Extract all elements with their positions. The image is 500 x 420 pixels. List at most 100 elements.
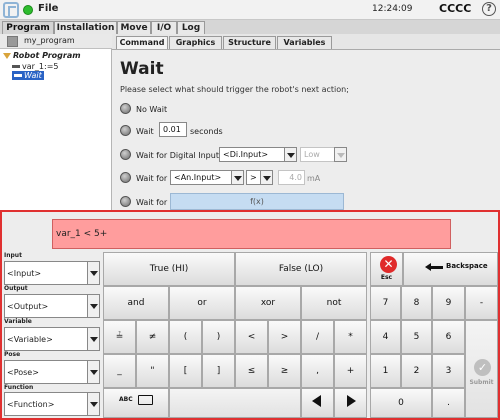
key-label: ( [183,332,188,342]
decimal-point-key[interactable]: . [432,388,465,418]
key-label: . [447,398,450,408]
tab-log[interactable]: Log [177,21,205,34]
tree-node-icon [14,74,22,77]
ur-logo-icon [3,2,19,18]
cursor-right-key[interactable] [334,388,367,418]
divide-key[interactable]: / [301,320,334,354]
tree-root[interactable]: Robot Program [3,51,81,60]
wait-seconds-input[interactable]: 0.01 [159,122,187,137]
tab-variables[interactable]: Variables [277,36,332,49]
key-label: _ [117,366,122,376]
backspace-key[interactable]: Backspace [403,252,498,286]
digit-8-key[interactable]: 8 [401,286,432,320]
cursor-left-key[interactable] [301,388,334,418]
chevron-down-icon[interactable] [87,295,99,317]
true-key[interactable]: True (HI) [103,252,235,286]
clock: 12:24:09 [372,4,413,14]
input-select[interactable]: <Input> [4,261,100,285]
open-paren-key[interactable]: ( [169,320,202,354]
analog-compare-select[interactable]: > [246,170,261,185]
digit-1-key[interactable]: 1 [370,354,401,388]
radio-wait-digital[interactable] [120,149,131,160]
submit-button[interactable]: ✓ Submit [465,320,498,418]
tab-program[interactable]: Program [2,21,54,34]
tree-item[interactable]: var_1:=5 [12,62,59,71]
close-paren-key[interactable]: ) [202,320,235,354]
radio-wait-expression[interactable] [120,196,131,207]
main-tab-bar: Program Installation Move I/O Log [0,20,500,34]
variable-select[interactable]: <Variable> [4,327,100,351]
key-label: 1 [382,366,389,376]
plus-key[interactable]: + [334,354,367,388]
tab-move[interactable]: Move [117,21,151,34]
key-label: - [479,298,484,308]
chevron-down-icon[interactable] [87,262,99,284]
chevron-down-icon[interactable] [87,328,99,350]
digit-5-key[interactable]: 5 [401,320,432,354]
digit-9-key[interactable]: 9 [432,286,465,320]
quote-key[interactable]: " [136,354,169,388]
radio-wait-analog[interactable] [120,172,131,183]
digital-state-dropdown-button [334,147,347,162]
analog-value-input[interactable]: 4.0 [278,170,305,185]
analog-input-dropdown-button[interactable] [231,170,244,185]
esc-key[interactable]: ✕ Esc [370,252,403,286]
key-label: / [315,332,320,342]
multiply-key[interactable]: * [334,320,367,354]
help-icon[interactable]: ? [482,2,496,16]
digit-4-key[interactable]: 4 [370,320,401,354]
radio-no-wait[interactable] [120,103,131,114]
key-label: ≤ [247,366,256,376]
file-menu[interactable]: File [38,3,58,14]
key-label: 0 [398,398,404,408]
underscore-key[interactable]: _ [103,354,136,388]
greater-equal-key[interactable]: ≥ [268,354,301,388]
open-bracket-key[interactable]: [ [169,354,202,388]
digit-7-key[interactable]: 7 [370,286,401,320]
expression-display[interactable]: var_1 < 5+ [52,219,451,249]
digit-6-key[interactable]: 6 [432,320,465,354]
digital-input-dropdown-button[interactable] [284,147,297,162]
tab-graphics[interactable]: Graphics [169,36,222,49]
pose-select[interactable]: <Pose> [4,360,100,384]
digit-0-key[interactable]: 0 [370,388,432,418]
tab-command[interactable]: Command [116,36,168,49]
minus-key[interactable]: - [465,286,498,320]
digit-3-key[interactable]: 3 [432,354,465,388]
equals-key[interactable]: ≟ [103,320,136,354]
chevron-down-icon[interactable] [87,393,99,415]
tab-io[interactable]: I/O [151,21,177,34]
comma-key[interactable]: , [301,354,334,388]
tab-installation[interactable]: Installation [54,21,117,34]
analog-input-select[interactable]: <An.Input> [170,170,232,185]
digit-2-key[interactable]: 2 [401,354,432,388]
greater-than-key[interactable]: > [268,320,301,354]
and-key[interactable]: and [103,286,169,320]
false-key[interactable]: False (LO) [235,252,367,286]
key-label: 5 [413,332,420,342]
checkmark-icon: ✓ [474,359,491,376]
tab-structure[interactable]: Structure [223,36,276,49]
or-key[interactable]: or [169,286,235,320]
less-equal-key[interactable]: ≤ [235,354,268,388]
chevron-down-icon[interactable] [87,361,99,383]
output-select[interactable]: <Output> [4,294,100,318]
output-select-value: <Output> [7,302,49,311]
tree-item-selected[interactable]: Wait [12,71,44,80]
close-bracket-key[interactable]: ] [202,354,235,388]
abc-keyboard-key[interactable]: ABC [103,388,169,418]
key-label: 9 [445,298,452,308]
less-than-key[interactable]: < [235,320,268,354]
expression-field[interactable]: f(x) [170,193,344,210]
not-equal-key[interactable]: ≠ [136,320,169,354]
variable-label: Variable [4,318,32,325]
not-key[interactable]: not [301,286,367,320]
program-tree-pane: my_program Robot Program var_1:=5 Wait [0,34,112,210]
radio-wait-time[interactable] [120,125,131,136]
key-label: > [280,332,289,342]
xor-key[interactable]: xor [235,286,301,320]
digital-input-select[interactable]: <Di.Input> [219,147,285,162]
function-select[interactable]: <Function> [4,392,100,416]
wait-analog-label: Wait for [136,174,168,183]
analog-compare-dropdown-button[interactable] [260,170,273,185]
